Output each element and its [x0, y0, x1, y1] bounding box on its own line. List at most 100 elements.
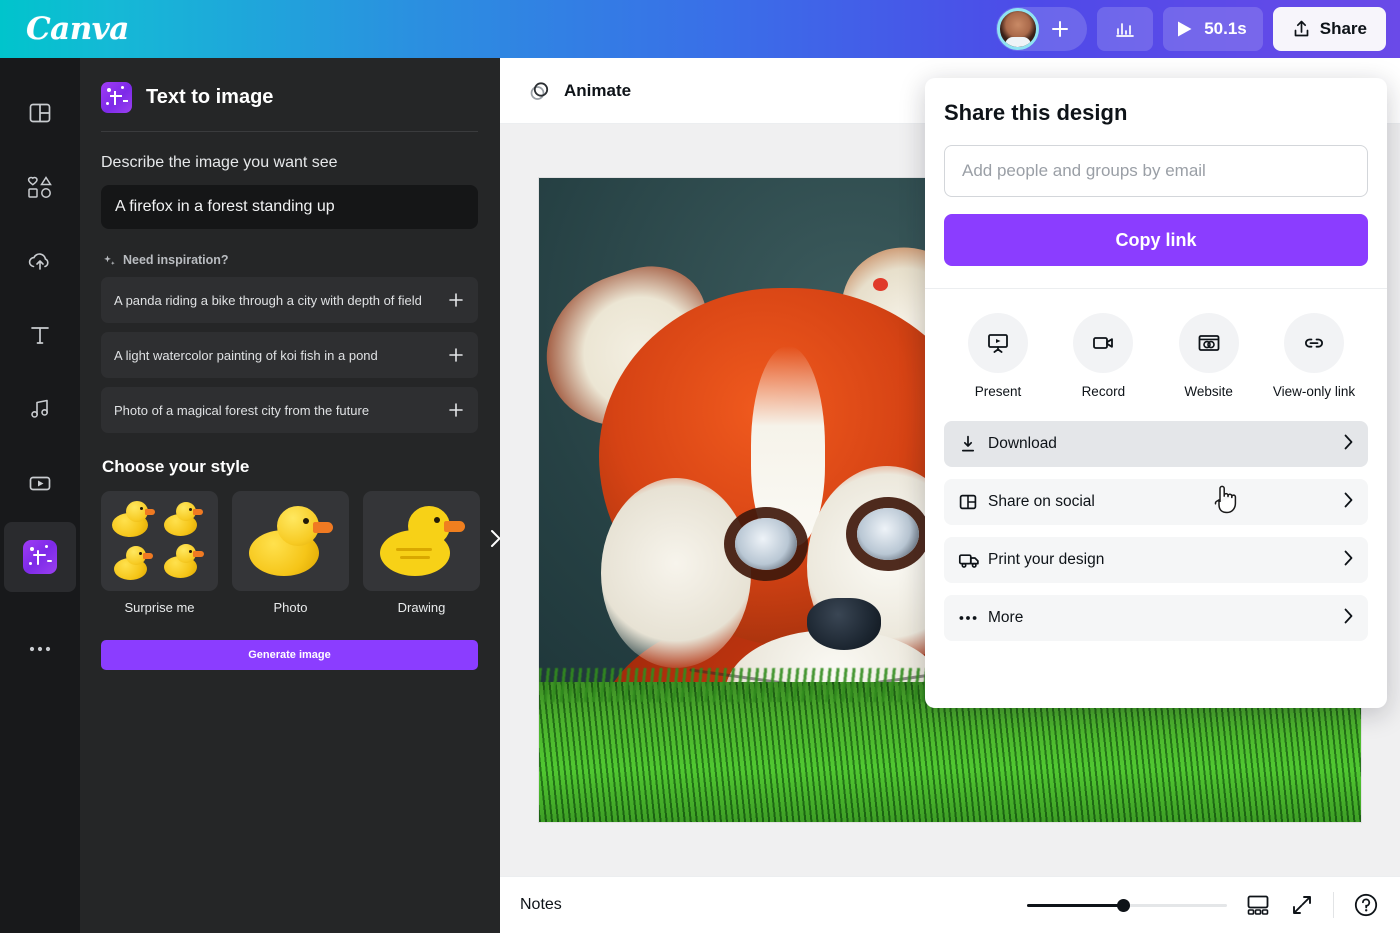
rail-item-text-to-image[interactable] — [4, 522, 76, 592]
zoom-slider[interactable] — [1027, 895, 1227, 915]
rail-item-audio[interactable] — [4, 374, 76, 444]
panda-forehead-blaze — [751, 346, 825, 546]
notes-button[interactable]: Notes — [520, 896, 562, 914]
plus-icon[interactable] — [448, 402, 464, 418]
generate-image-button[interactable]: Generate image — [101, 640, 478, 670]
share-button[interactable]: Share — [1272, 7, 1386, 51]
need-inspiration-row: Need inspiration? — [103, 253, 478, 267]
chevron-right-icon — [1343, 550, 1354, 571]
quick-action-label: Present — [974, 384, 1022, 399]
zoom-slider-fill — [1027, 904, 1123, 907]
panda-cheek-left — [601, 478, 751, 668]
rail-item-elements[interactable] — [4, 152, 76, 222]
drawing-duck-thumb — [363, 491, 480, 591]
menu-item-label: Share on social — [988, 493, 1095, 510]
menu-item-share-on-social[interactable]: Share on social — [944, 479, 1368, 525]
expand-arrows-icon — [1293, 896, 1311, 914]
panel-header: Text to image — [101, 82, 478, 131]
animate-button[interactable]: Animate — [520, 73, 639, 109]
rail-item-design[interactable] — [4, 78, 76, 148]
quick-action-present[interactable]: Present — [950, 313, 1046, 399]
quick-action-view-only-link[interactable]: View-only link — [1266, 313, 1362, 399]
share-button-label: Share — [1319, 19, 1367, 38]
avatar[interactable] — [997, 8, 1040, 50]
canva-editor: Canva 50.1s Share Text to image Describe… — [0, 0, 1400, 933]
style-card-surprise-me[interactable]: Surprise me — [101, 491, 218, 615]
text-to-image-app-icon — [23, 540, 57, 574]
style-carousel-next-button[interactable] — [489, 529, 500, 553]
sparkle-icon — [104, 255, 115, 265]
top-bar: Canva 50.1s Share — [0, 0, 1400, 58]
quick-action-label: View-only link — [1272, 384, 1356, 399]
style-card-photo[interactable]: Photo — [232, 491, 349, 615]
chevron-right-icon — [1343, 608, 1354, 629]
download-icon — [958, 434, 988, 454]
question-circle-icon — [1354, 893, 1378, 917]
help-button[interactable] — [1352, 891, 1380, 919]
style-card-label: Surprise me — [124, 600, 195, 615]
suggestion-text: A panda riding a bike through a city wit… — [114, 292, 422, 308]
chevron-right-icon — [1343, 492, 1354, 513]
ellipsis-icon — [958, 614, 988, 622]
quick-action-record[interactable]: Record — [1055, 313, 1151, 399]
menu-item-download[interactable]: Download — [944, 421, 1368, 467]
describe-label: Describe the image you want see — [101, 154, 338, 171]
plus-icon[interactable] — [448, 292, 464, 308]
menu-item-more[interactable]: More — [944, 595, 1368, 641]
suggestion-text: A light watercolor painting of koi fish … — [114, 347, 378, 363]
rail-item-more[interactable] — [4, 614, 76, 684]
link-chain-icon — [1283, 313, 1344, 373]
video-camera-icon — [1073, 313, 1134, 373]
text-to-image-app-icon — [101, 82, 132, 113]
suggestion-item[interactable]: Photo of a magical forest city from the … — [101, 387, 478, 433]
pages-grid-icon — [1247, 895, 1269, 915]
pages-grid-button[interactable] — [1245, 893, 1271, 917]
fullscreen-button[interactable] — [1289, 893, 1315, 917]
bar-chart-icon — [1116, 23, 1135, 37]
choose-style-heading: Choose your style — [102, 457, 250, 476]
panel-title: Text to image — [146, 86, 274, 108]
photo-duck-thumb — [232, 491, 349, 591]
quick-actions-row: Present Record Website View-only link — [944, 289, 1368, 399]
rail-item-videos[interactable] — [4, 448, 76, 518]
website-window-icon — [1178, 313, 1239, 373]
share-menu-list: Download Share on social Print your desi… — [944, 421, 1368, 641]
style-card-drawing[interactable]: Drawing — [363, 491, 480, 615]
copy-link-button[interactable]: Copy link — [944, 214, 1368, 266]
menu-item-label: Print your design — [988, 551, 1105, 568]
ellipsis-icon — [29, 646, 51, 652]
share-dialog: Share this design Add people and groups … — [925, 78, 1387, 708]
quick-action-label: Record — [1081, 384, 1126, 399]
analytics-button[interactable] — [1097, 7, 1154, 51]
quick-action-website[interactable]: Website — [1161, 313, 1257, 399]
rail-item-text[interactable] — [4, 300, 76, 370]
share-email-input[interactable]: Add people and groups by email — [944, 145, 1368, 197]
present-timer-button[interactable]: 50.1s — [1163, 7, 1263, 51]
canva-logo[interactable]: Canva — [26, 11, 129, 47]
play-icon — [1178, 21, 1192, 37]
need-inspiration-label: Need inspiration? — [123, 253, 229, 267]
suggestion-item[interactable]: A light watercolor painting of koi fish … — [101, 332, 478, 378]
chevron-right-icon — [491, 530, 500, 547]
style-carousel: Surprise me Photo Drawing — [101, 491, 500, 615]
share-email-placeholder: Add people and groups by email — [962, 161, 1206, 180]
generate-image-label: Generate image — [248, 649, 331, 661]
prompt-input[interactable]: A firefox in a forest standing up — [101, 185, 478, 229]
add-collaborator-button[interactable] — [1043, 12, 1077, 46]
bottom-bar-actions — [1027, 891, 1380, 919]
duration-label: 50.1s — [1204, 19, 1247, 38]
suggestion-item[interactable]: A panda riding a bike through a city wit… — [101, 277, 478, 323]
plus-icon[interactable] — [448, 347, 464, 363]
top-bar-actions: 50.1s Share — [996, 7, 1386, 51]
menu-item-print-your-design[interactable]: Print your design — [944, 537, 1368, 583]
collaborators-group — [996, 7, 1088, 51]
share-dialog-title: Share this design — [944, 100, 1128, 125]
plus-icon — [1052, 21, 1069, 37]
left-rail — [0, 58, 80, 933]
social-panel-icon — [958, 492, 988, 512]
style-card-label: Drawing — [397, 600, 446, 615]
zoom-slider-handle[interactable] — [1116, 899, 1130, 912]
panda-nose — [807, 598, 881, 650]
rail-item-uploads[interactable] — [4, 226, 76, 296]
panda-eye-left — [735, 518, 797, 570]
